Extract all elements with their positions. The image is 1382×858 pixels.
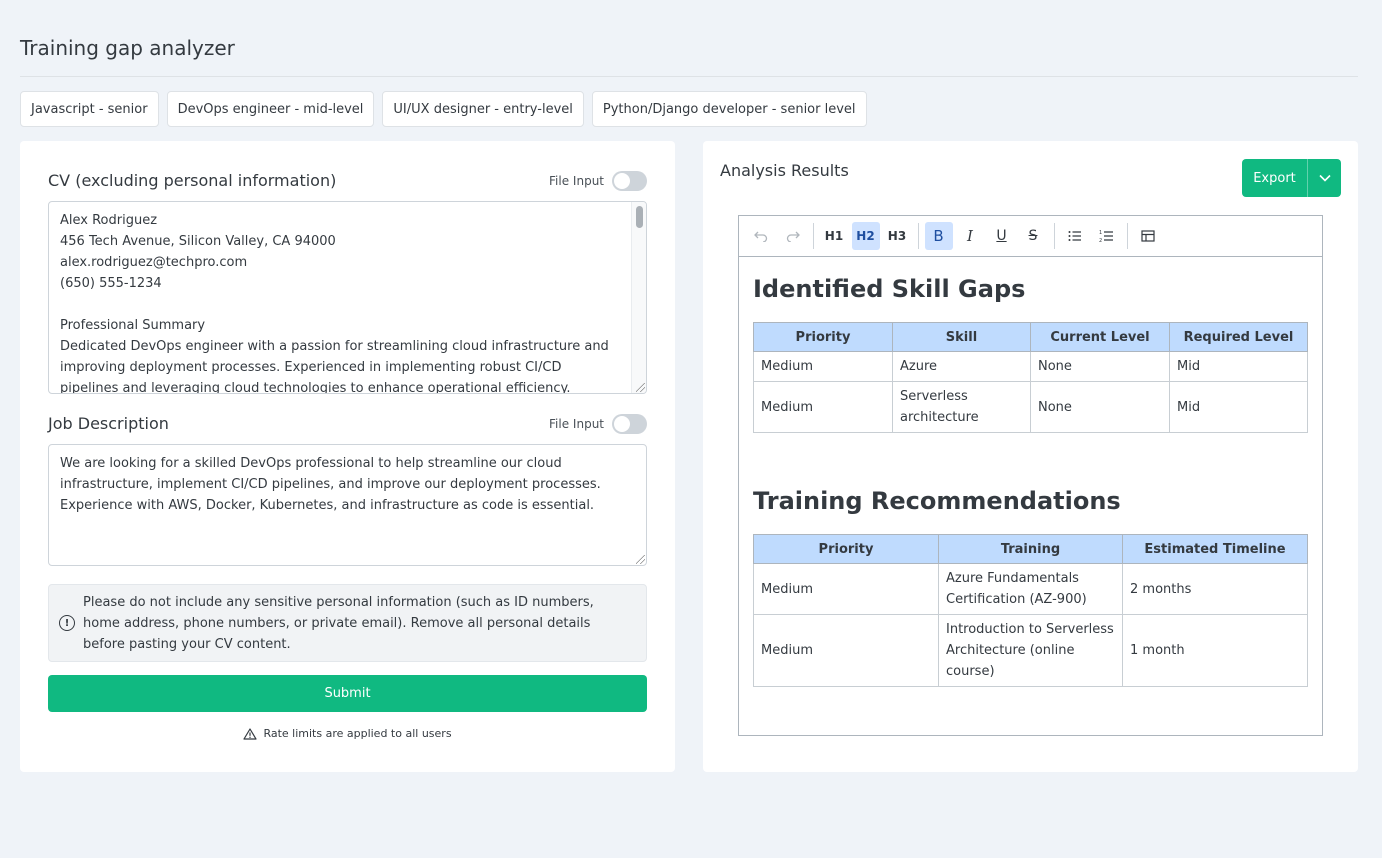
undo-icon[interactable] <box>747 222 775 250</box>
italic-button[interactable]: I <box>956 222 984 250</box>
export-button[interactable]: Export <box>1242 159 1341 197</box>
preset-javascript-senior[interactable]: Javascript - senior <box>20 91 159 127</box>
heading-3-label: H3 <box>887 229 907 243</box>
training-table: Priority Training Estimated Timeline Med… <box>753 534 1308 687</box>
resize-handle[interactable] <box>636 383 645 392</box>
column-header: Priority <box>753 534 939 564</box>
table-cell: Medium <box>753 563 939 615</box>
toolbar-divider <box>1053 223 1055 249</box>
redo-icon[interactable] <box>779 222 807 250</box>
underline-button[interactable]: U <box>988 222 1016 250</box>
toolbar-divider <box>917 223 919 249</box>
table-cell: Azure <box>892 351 1031 382</box>
preset-devops-mid[interactable]: DevOps engineer - mid-level <box>166 91 375 127</box>
table-cell: Azure Fundamentals Certification (AZ-900… <box>938 563 1123 615</box>
job-file-input-toggle[interactable] <box>612 414 647 434</box>
divider <box>20 76 1358 77</box>
cv-scrollbar[interactable] <box>631 202 646 393</box>
ordered-list-icon[interactable]: 12 <box>1092 222 1120 250</box>
table-row: Medium Serverless architecture None Mid <box>753 381 1308 433</box>
job-description-text: We are looking for a skilled DevOps prof… <box>60 456 605 513</box>
heading-1-label: H1 <box>824 229 844 243</box>
cv-text: Alex Rodriguez 456 Tech Avenue, Silicon … <box>60 213 609 394</box>
table-row: Medium Azure None Mid <box>753 351 1308 382</box>
table-icon[interactable] <box>1134 222 1162 250</box>
bullet-list-icon[interactable] <box>1061 222 1089 250</box>
skill-gaps-table: Priority Skill Current Level Required Le… <box>753 322 1308 433</box>
table-row: Medium Introduction to Serverless Archit… <box>753 614 1308 687</box>
column-header: Current Level <box>1030 322 1170 352</box>
heading-2-label: H2 <box>856 229 875 243</box>
bold-button[interactable]: B <box>924 222 953 250</box>
rate-limit-text: Rate limits are applied to all users <box>263 727 452 740</box>
svg-text:1: 1 <box>1099 230 1102 236</box>
editor-toolbar: H1 H2 H3 B I U S 12 <box>739 216 1322 257</box>
privacy-notice: ! Please do not include any sensitive pe… <box>48 584 647 662</box>
preset-bar: Javascript - senior DevOps engineer - mi… <box>20 91 867 127</box>
editor-content[interactable]: Identified Skill Gaps Priority Skill Cur… <box>739 275 1322 687</box>
preset-uiux-entry[interactable]: UI/UX designer - entry-level <box>382 91 584 127</box>
cv-label: CV (excluding personal information) <box>48 171 337 190</box>
table-cell: Medium <box>753 351 893 382</box>
toolbar-divider <box>1126 223 1128 249</box>
column-header: Training <box>938 534 1123 564</box>
info-icon: ! <box>59 615 75 631</box>
submit-button[interactable]: Submit <box>48 675 647 712</box>
job-description-textarea[interactable]: We are looking for a skilled DevOps prof… <box>48 444 647 566</box>
results-panel: Analysis Results Export H1 H2 H3 B I U S <box>703 141 1358 772</box>
table-cell: Introduction to Serverless Architecture … <box>938 614 1123 687</box>
table-cell: None <box>1030 381 1170 433</box>
column-header: Required Level <box>1169 322 1308 352</box>
strikethrough-button[interactable]: S <box>1019 222 1047 250</box>
resize-handle[interactable] <box>636 555 645 564</box>
chevron-down-icon[interactable] <box>1308 174 1341 182</box>
heading-1-button[interactable]: H1 <box>820 222 848 250</box>
toggle-knob <box>614 416 630 432</box>
toolbar-divider <box>813 223 814 249</box>
svg-text:2: 2 <box>1099 238 1102 243</box>
table-cell: Mid <box>1169 351 1308 382</box>
underline-label: U <box>996 228 1007 244</box>
table-cell: Serverless architecture <box>892 381 1031 433</box>
rate-limit-note: Rate limits are applied to all users <box>20 727 675 740</box>
table-cell: Medium <box>753 381 893 433</box>
training-heading: Training Recommendations <box>753 487 1121 515</box>
column-header: Skill <box>892 322 1031 352</box>
heading-2-button[interactable]: H2 <box>851 222 880 250</box>
table-cell: Medium <box>753 614 939 687</box>
toggle-knob <box>614 173 630 189</box>
cv-file-input-label: File Input <box>549 174 604 188</box>
warning-icon <box>243 727 258 740</box>
input-panel: CV (excluding personal information) File… <box>20 141 675 772</box>
rich-text-editor[interactable]: H1 H2 H3 B I U S 12 Identified Skill Gap… <box>738 215 1323 736</box>
strikethrough-label: S <box>1028 228 1038 244</box>
table-cell: None <box>1030 351 1170 382</box>
job-file-input-label: File Input <box>549 417 604 431</box>
italic-label: I <box>967 227 973 245</box>
table-cell: 2 months <box>1122 563 1308 615</box>
cv-file-input-toggle[interactable] <box>612 171 647 191</box>
scrollbar-thumb[interactable] <box>636 206 643 228</box>
table-cell: 1 month <box>1122 614 1308 687</box>
column-header: Estimated Timeline <box>1122 534 1308 564</box>
job-file-input-toggle-group: File Input <box>549 414 647 434</box>
heading-3-button[interactable]: H3 <box>883 222 911 250</box>
results-title: Analysis Results <box>720 161 849 180</box>
privacy-notice-text: Please do not include any sensitive pers… <box>83 594 594 652</box>
table-cell: Mid <box>1169 381 1308 433</box>
page-title: Training gap analyzer <box>20 36 235 60</box>
bold-label: B <box>933 227 944 245</box>
table-row: Medium Azure Fundamentals Certification … <box>753 563 1308 615</box>
export-label: Export <box>1253 170 1296 186</box>
job-description-label: Job Description <box>48 414 169 433</box>
column-header: Priority <box>753 322 893 352</box>
skill-gaps-heading: Identified Skill Gaps <box>753 275 1026 303</box>
preset-python-django-senior[interactable]: Python/Django developer - senior level <box>591 91 867 127</box>
cv-textarea[interactable]: Alex Rodriguez 456 Tech Avenue, Silicon … <box>48 201 647 394</box>
cv-file-input-toggle-group: File Input <box>549 171 647 191</box>
